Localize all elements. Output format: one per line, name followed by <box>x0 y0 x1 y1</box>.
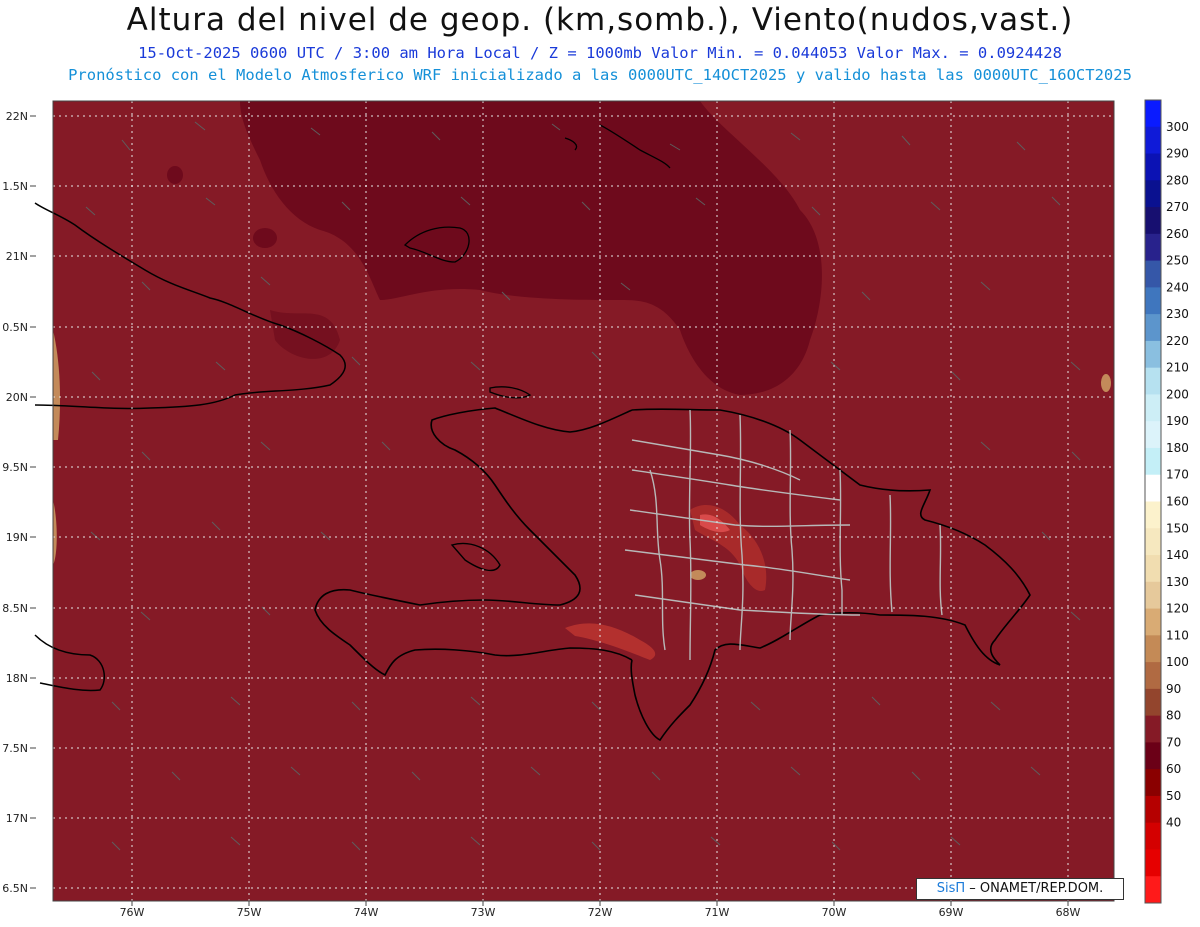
colorbar-swatch <box>1145 688 1161 717</box>
lon-label: 73W <box>471 906 496 919</box>
lon-label: 70W <box>822 906 847 919</box>
colorbar-swatch <box>1145 608 1161 636</box>
colorbar-swatch <box>1145 822 1161 850</box>
colorbar-label: 160 <box>1166 495 1189 509</box>
colorbar-swatch <box>1145 260 1161 288</box>
colorbar-swatch <box>1145 207 1161 235</box>
colorbar-labels: 300 290 280 270 260 250 240 230 220 210 200 190 180 1… <box>1166 120 1189 830</box>
dark-patch-2 <box>167 166 183 184</box>
lat-axis: 22N 1.5N 21N 0.5N 20N 9.5N 19N 8.5N 18N … <box>2 110 36 895</box>
colorbar-label: 110 <box>1166 628 1189 642</box>
colorbar-label: 300 <box>1166 120 1189 134</box>
colorbar-label: 50 <box>1166 789 1181 803</box>
colorbar-swatch <box>1145 394 1161 422</box>
colorbar-label: 270 <box>1166 200 1189 214</box>
colorbar-swatch <box>1145 153 1161 181</box>
lat-label: 6.5N <box>2 882 28 895</box>
lat-label: 18N <box>6 672 28 685</box>
colorbar-label: 100 <box>1166 655 1189 669</box>
lon-label: 72W <box>588 906 613 919</box>
colorbar-swatch <box>1145 314 1161 342</box>
colorbar-label: 180 <box>1166 441 1189 455</box>
lat-label: 9.5N <box>2 461 28 474</box>
colorbar-swatch <box>1145 100 1161 128</box>
tan-spot-hispaniola <box>690 570 706 580</box>
colorbar-label: 60 <box>1166 762 1181 776</box>
credit-text: – ONAMET/REP.DOM. <box>965 881 1104 896</box>
colorbar-label: 80 <box>1166 709 1181 723</box>
colorbar-label: 130 <box>1166 575 1189 589</box>
colorbar-swatch <box>1145 876 1161 904</box>
colorbar-swatch <box>1145 501 1161 529</box>
lon-label: 76W <box>120 906 145 919</box>
lat-label: 17N <box>6 812 28 825</box>
colorbar-label: 260 <box>1166 227 1189 241</box>
colorbar-swatch <box>1145 581 1161 610</box>
colorbar-swatch <box>1145 126 1161 155</box>
lon-label: 69W <box>939 906 964 919</box>
colorbar-label: 190 <box>1166 414 1189 428</box>
colorbar-swatch <box>1145 715 1161 743</box>
colorbar-label: 280 <box>1166 173 1189 187</box>
colorbar-swatch <box>1145 233 1161 262</box>
lat-label: 20N <box>6 391 28 404</box>
colorbar-label: 120 <box>1166 602 1189 616</box>
lat-label: 1.5N <box>2 180 28 193</box>
lat-label: 21N <box>6 250 28 263</box>
colorbar-swatch <box>1145 742 1161 770</box>
tan-spot-right <box>1101 374 1111 392</box>
lon-label: 74W <box>354 906 379 919</box>
colorbar-swatch <box>1145 662 1161 690</box>
colorbar-label: 250 <box>1166 254 1189 268</box>
colorbar-label: 140 <box>1166 548 1189 562</box>
colorbar-label: 290 <box>1166 147 1189 161</box>
colorbar-swatch <box>1145 528 1161 556</box>
colorbar-label: 240 <box>1166 280 1189 294</box>
lon-label: 75W <box>237 906 262 919</box>
colorbar-label: 220 <box>1166 334 1189 348</box>
colorbar-label: 230 <box>1166 307 1189 321</box>
colorbar-label: 210 <box>1166 361 1189 375</box>
colorbar-label: 70 <box>1166 735 1181 749</box>
colorbar-swatch <box>1145 769 1161 797</box>
lat-label: 19N <box>6 531 28 544</box>
map-figure: 22N 1.5N 21N 0.5N 20N 9.5N 19N 8.5N 18N … <box>2 99 1189 919</box>
credit-brand: SisΠ <box>936 881 966 896</box>
lat-label: 8.5N <box>2 602 28 615</box>
colorbar <box>1144 99 1162 904</box>
lon-axis: 76W 75W 74W 73W 72W 71W 70W 69W 68W <box>120 901 1081 919</box>
colorbar-label: 200 <box>1166 387 1189 401</box>
colorbar-swatch <box>1145 635 1161 663</box>
lon-label: 71W <box>705 906 730 919</box>
lon-label: 68W <box>1056 906 1081 919</box>
lat-label: 7.5N <box>2 742 28 755</box>
dark-patch-3 <box>253 228 277 248</box>
lat-label: 22N <box>6 110 28 123</box>
colorbar-label: 150 <box>1166 521 1189 535</box>
colorbar-label: 40 <box>1166 816 1181 830</box>
colorbar-swatch <box>1145 287 1161 315</box>
colorbar-label: 170 <box>1166 468 1189 482</box>
colorbar-swatch <box>1145 421 1161 449</box>
colorbar-swatch <box>1145 447 1161 476</box>
colorbar-swatch <box>1145 555 1161 583</box>
colorbar-swatch <box>1145 849 1161 877</box>
colorbar-swatch <box>1145 340 1161 369</box>
colorbar-swatch <box>1145 180 1161 208</box>
colorbar-swatch <box>1145 474 1161 502</box>
colorbar-swatch <box>1145 795 1161 824</box>
colorbar-swatch <box>1145 367 1161 395</box>
colorbar-label: 90 <box>1166 682 1181 696</box>
lat-label: 0.5N <box>2 321 28 334</box>
credit-box: SisΠ – ONAMET/REP.DOM. <box>916 878 1124 900</box>
